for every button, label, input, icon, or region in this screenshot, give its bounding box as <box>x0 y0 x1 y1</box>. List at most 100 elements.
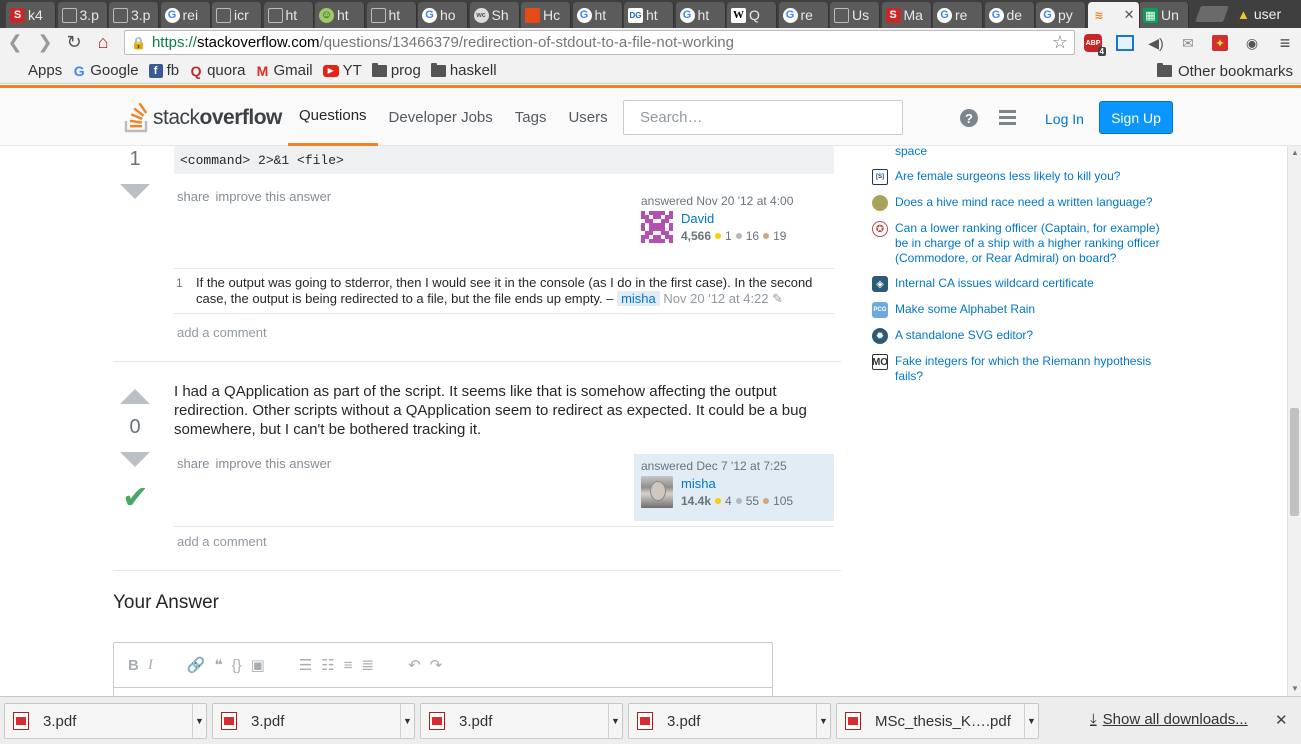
chevron-down-icon[interactable]: ▼ <box>400 704 414 738</box>
image-icon[interactable]: ▣ <box>251 656 265 674</box>
tab[interactable]: ☺ ht <box>315 2 365 28</box>
hot-question-item[interactable]: MO Fake integers for which the Riemann hy… <box>872 354 1172 384</box>
heading-icon[interactable]: ≡ <box>344 657 353 674</box>
download-item[interactable]: MSc_thesis_K….pdf ▼ <box>836 703 1039 739</box>
bookmark-folder-prog[interactable]: prog <box>371 62 421 79</box>
horizontal-rule-icon[interactable]: ≣ <box>362 656 375 674</box>
answer2-upvote-button[interactable] <box>120 389 150 404</box>
tab[interactable]: Gpy <box>1036 2 1086 28</box>
download-item[interactable]: 3.pdf ▼ <box>628 703 831 739</box>
link-icon[interactable]: 🔗 <box>187 656 206 674</box>
tab[interactable]: Ght <box>572 2 623 28</box>
site-switcher-icon[interactable] <box>999 110 1016 125</box>
reload-button[interactable]: ↻ <box>63 31 85 53</box>
answer1-add-comment-link[interactable]: add a comment <box>177 325 267 340</box>
bookmark-apps[interactable]: Apps <box>10 62 62 79</box>
download-item[interactable]: 3.pdf ▼ <box>420 703 623 739</box>
hot-question-partial[interactable]: space <box>872 146 1172 159</box>
scroll-down-icon[interactable]: ▼ <box>1291 684 1299 693</box>
nav-questions[interactable]: Questions <box>288 88 378 146</box>
hot-question-item[interactable]: ✪ Can a lower ranking officer (Captain, f… <box>872 221 1172 266</box>
tab[interactable]: 3.p <box>109 2 159 28</box>
tab[interactable]: icr <box>212 2 262 28</box>
hot-question-item[interactable]: PCG Make some Alphabet Rain <box>872 302 1172 318</box>
chrome-menu-icon[interactable]: ≡ <box>1274 32 1296 54</box>
user-name[interactable]: David <box>681 211 786 226</box>
close-tab-icon[interactable]: ✕ <box>1124 7 1135 23</box>
tab[interactable]: Grei <box>160 2 211 28</box>
improve-answer-link[interactable]: improve this answer <box>216 456 332 471</box>
code-icon[interactable]: {} <box>232 657 242 674</box>
login-link[interactable]: Log In <box>1037 104 1092 134</box>
extension-flag-icon[interactable]: ✦ <box>1209 32 1231 54</box>
scroll-thumb[interactable] <box>1290 408 1299 516</box>
extension-camera-icon[interactable]: ◉ <box>1241 32 1263 54</box>
hot-question-item[interactable]: ✹ A standalone SVG editor? <box>872 328 1172 344</box>
share-link[interactable]: share <box>177 456 210 471</box>
download-item[interactable]: 3.pdf ▼ <box>4 703 207 739</box>
bookmark-yt[interactable]: ▶ YT <box>322 62 362 79</box>
avatar[interactable] <box>641 211 673 243</box>
improve-answer-link[interactable]: improve this answer <box>216 189 332 204</box>
chevron-down-icon[interactable]: ▼ <box>1024 704 1038 738</box>
chevron-down-icon[interactable]: ▼ <box>816 704 830 738</box>
comment-user[interactable]: misha <box>617 291 660 306</box>
profile-button[interactable]: ▲ user <box>1237 3 1297 25</box>
page-scrollbar[interactable]: ▲ ▼ <box>1287 146 1301 696</box>
nav-developer-jobs[interactable]: Developer Jobs <box>378 88 504 146</box>
undo-icon[interactable]: ↶ <box>408 656 421 674</box>
bookmark-google[interactable]: G Google <box>72 62 139 79</box>
forward-button[interactable]: ❯ <box>34 31 56 53</box>
other-bookmarks[interactable]: Other bookmarks <box>1156 58 1293 84</box>
bookmark-star-icon[interactable]: ☆ <box>1052 32 1068 53</box>
tab[interactable]: Gre <box>933 2 983 28</box>
back-button[interactable]: ❮ <box>4 31 26 53</box>
tab[interactable]: Hc <box>521 2 571 28</box>
signup-button[interactable]: Sign Up <box>1099 101 1173 134</box>
help-icon[interactable]: ? <box>960 109 978 127</box>
bookmark-quora[interactable]: Q quora <box>189 62 246 79</box>
nav-users[interactable]: Users <box>557 88 618 146</box>
tab[interactable]: S Ma <box>881 2 932 28</box>
tab[interactable]: Sk4 <box>6 2 56 28</box>
scroll-up-icon[interactable]: ▲ <box>1291 148 1299 157</box>
new-tab-button[interactable] <box>1195 6 1229 22</box>
tab[interactable]: Gde <box>984 2 1035 28</box>
bulleted-list-icon[interactable]: ☷ <box>321 656 334 674</box>
home-button[interactable]: ⌂ <box>92 31 114 53</box>
bookmark-fb[interactable]: f fb <box>148 62 179 79</box>
extension-speaker-icon[interactable]: ◀) <box>1145 32 1167 54</box>
comment-date[interactable]: Nov 20 '12 at 4:22 <box>663 291 768 306</box>
chevron-down-icon[interactable]: ▼ <box>192 704 206 738</box>
tab[interactable]: ht <box>263 2 314 28</box>
adblock-plus-icon[interactable]: ABP 4 <box>1082 32 1106 56</box>
tab[interactable]: Ght <box>675 2 726 28</box>
bookmark-folder-haskell[interactable]: haskell <box>430 62 497 79</box>
tab-active[interactable]: ≋ ✕ <box>1087 2 1140 28</box>
answer-editor[interactable]: B I 🔗 ❝ {} ▣ ☰ ☷ ≡ ≣ ↶ ↷ <box>113 642 773 696</box>
tab[interactable]: DG ht <box>624 2 674 28</box>
redo-icon[interactable]: ↷ <box>430 656 443 674</box>
tab[interactable]: Gre <box>778 2 829 28</box>
bold-icon[interactable]: B <box>128 657 139 674</box>
nav-tags[interactable]: Tags <box>504 88 558 146</box>
address-bar[interactable]: 🔒 https:// stackoverflow.com /questions/… <box>124 30 1075 55</box>
hot-question-item[interactable]: Does a hive mind race need a written lan… <box>872 195 1172 211</box>
tab[interactable]: Gho <box>418 2 468 28</box>
answer2-downvote-button[interactable] <box>120 452 150 467</box>
show-all-downloads-link[interactable]: ⤓ Show all downloads... <box>1090 711 1248 728</box>
close-icon[interactable]: ✕ <box>1275 711 1288 729</box>
hot-question-item[interactable]: [S] Are female surgeons less likely to ki… <box>872 169 1172 185</box>
search-input[interactable]: Search… <box>623 100 903 135</box>
download-item[interactable]: 3.pdf ▼ <box>212 703 415 739</box>
tab[interactable]: WQ <box>727 2 777 28</box>
numbered-list-icon[interactable]: ☰ <box>299 656 312 674</box>
user-name[interactable]: misha <box>681 476 793 491</box>
avatar[interactable] <box>641 476 673 508</box>
tab[interactable]: 3.p <box>57 2 108 28</box>
tab[interactable]: ▦ Un <box>1139 2 1189 28</box>
extension-window-icon[interactable] <box>1114 32 1136 54</box>
tab[interactable]: Us <box>830 2 880 28</box>
bookmark-gmail[interactable]: M Gmail <box>255 62 313 79</box>
tab[interactable]: wc Sh <box>469 2 520 28</box>
